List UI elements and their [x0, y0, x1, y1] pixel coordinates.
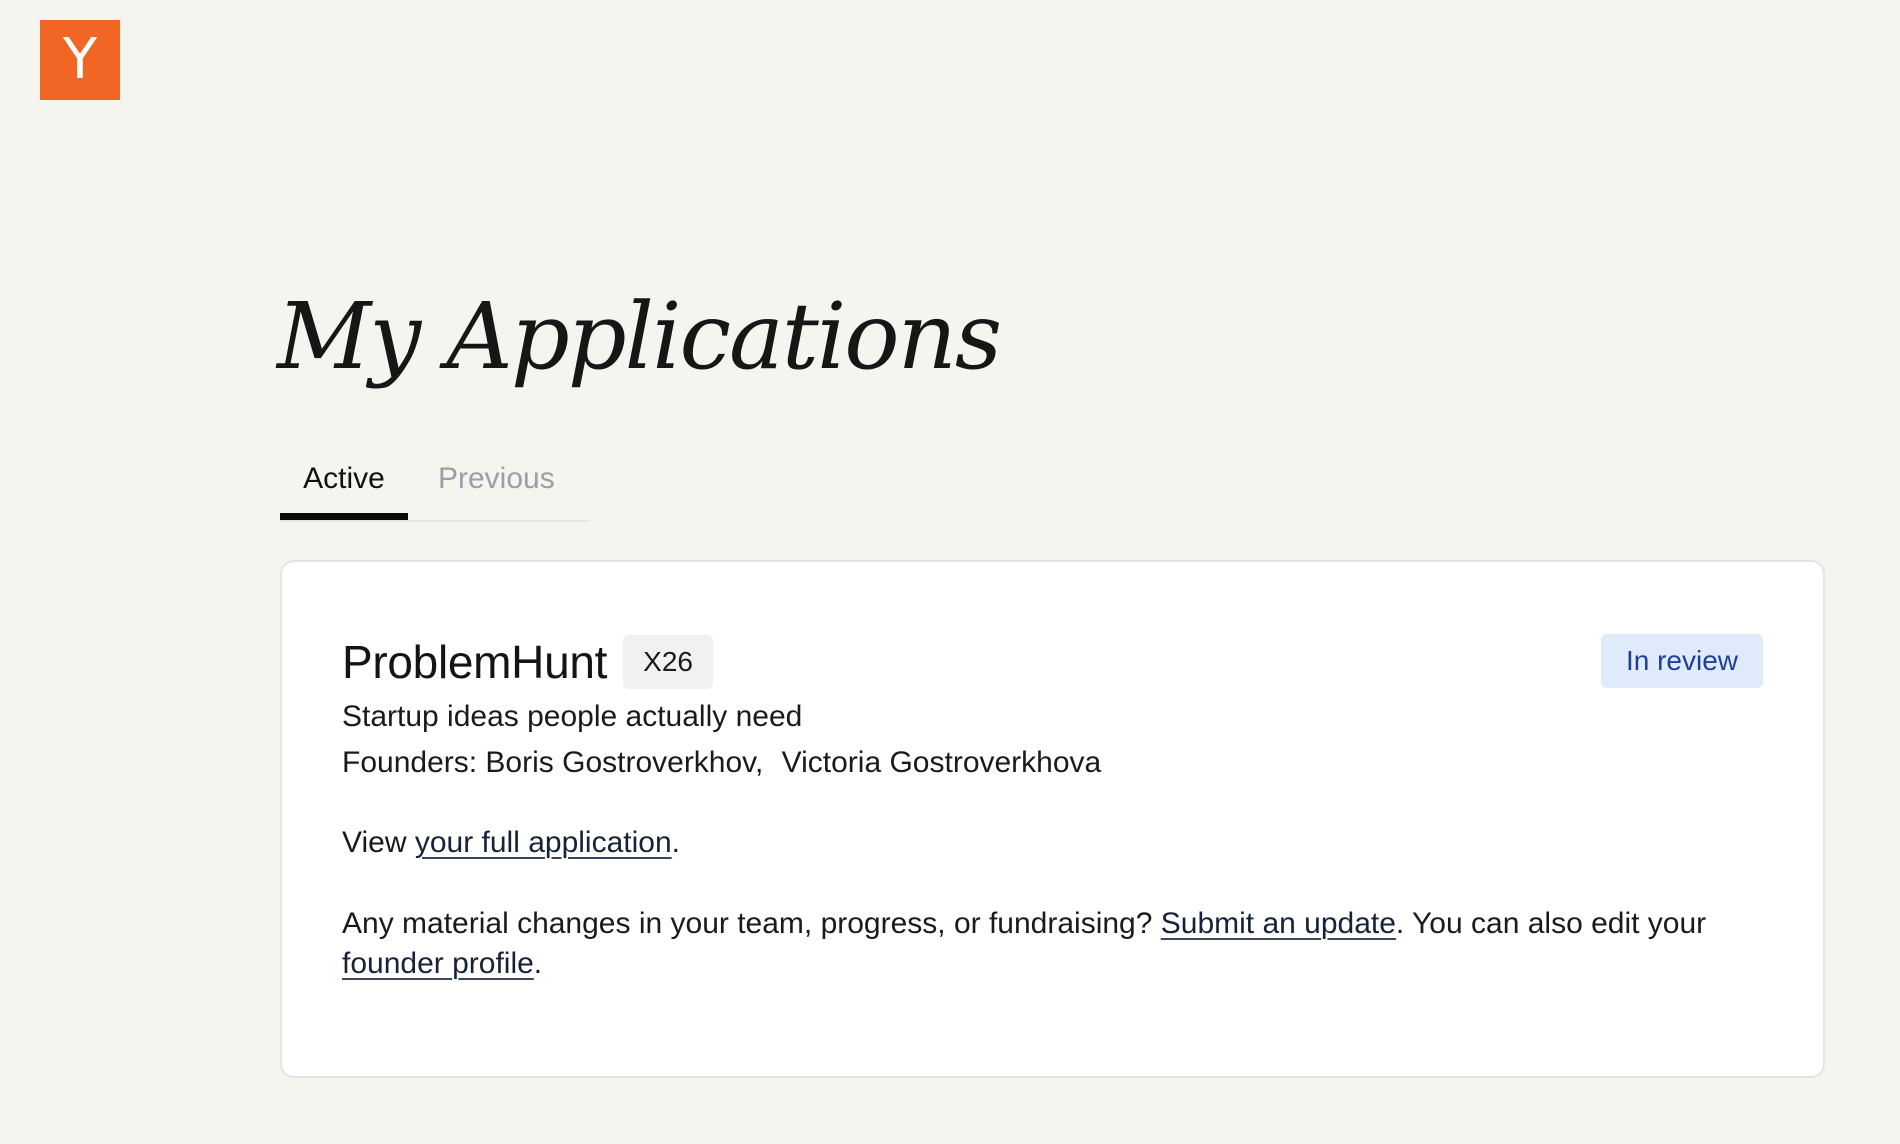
view-application-line: View your full application.	[342, 826, 680, 860]
changes-suffix: .	[533, 947, 543, 980]
founder-name: Victoria Gostroverkhova	[781, 746, 1102, 779]
tab-active[interactable]: Active	[280, 440, 408, 520]
company-name: ProblemHunt	[342, 636, 608, 688]
full-application-link[interactable]: your full application	[415, 826, 672, 859]
card-header: ProblemHunt X26	[342, 634, 713, 690]
founder-profile-link[interactable]: founder profile	[342, 947, 534, 980]
view-prefix: View	[342, 826, 415, 859]
yc-logo[interactable]: Y	[40, 20, 120, 100]
application-tabs: Active Previous	[280, 440, 590, 522]
material-changes-text: Any material changes in your team, progr…	[342, 904, 1762, 984]
founders-separator: ,	[754, 746, 764, 779]
company-tagline: Startup ideas people actually need	[342, 700, 803, 733]
application-card: ProblemHunt X26 In review Startup ideas …	[280, 560, 1825, 1078]
founders-label: Founders:	[342, 746, 478, 779]
changes-middle: . You can also edit your	[1395, 907, 1707, 940]
submit-update-link[interactable]: Submit an update	[1161, 907, 1396, 940]
batch-badge: X26	[623, 635, 713, 689]
logo-letter: Y	[62, 27, 98, 92]
page-title: My Applications	[277, 283, 1002, 390]
founder-name: Boris Gostroverkhov	[485, 746, 755, 779]
tab-previous[interactable]: Previous	[408, 440, 575, 518]
status-badge: In review	[1600, 634, 1763, 688]
founders-line: Founders: Boris Gostroverkhov, Victoria …	[342, 746, 1101, 780]
changes-prefix: Any material changes in your team, progr…	[342, 907, 1161, 940]
view-suffix: .	[671, 826, 680, 859]
